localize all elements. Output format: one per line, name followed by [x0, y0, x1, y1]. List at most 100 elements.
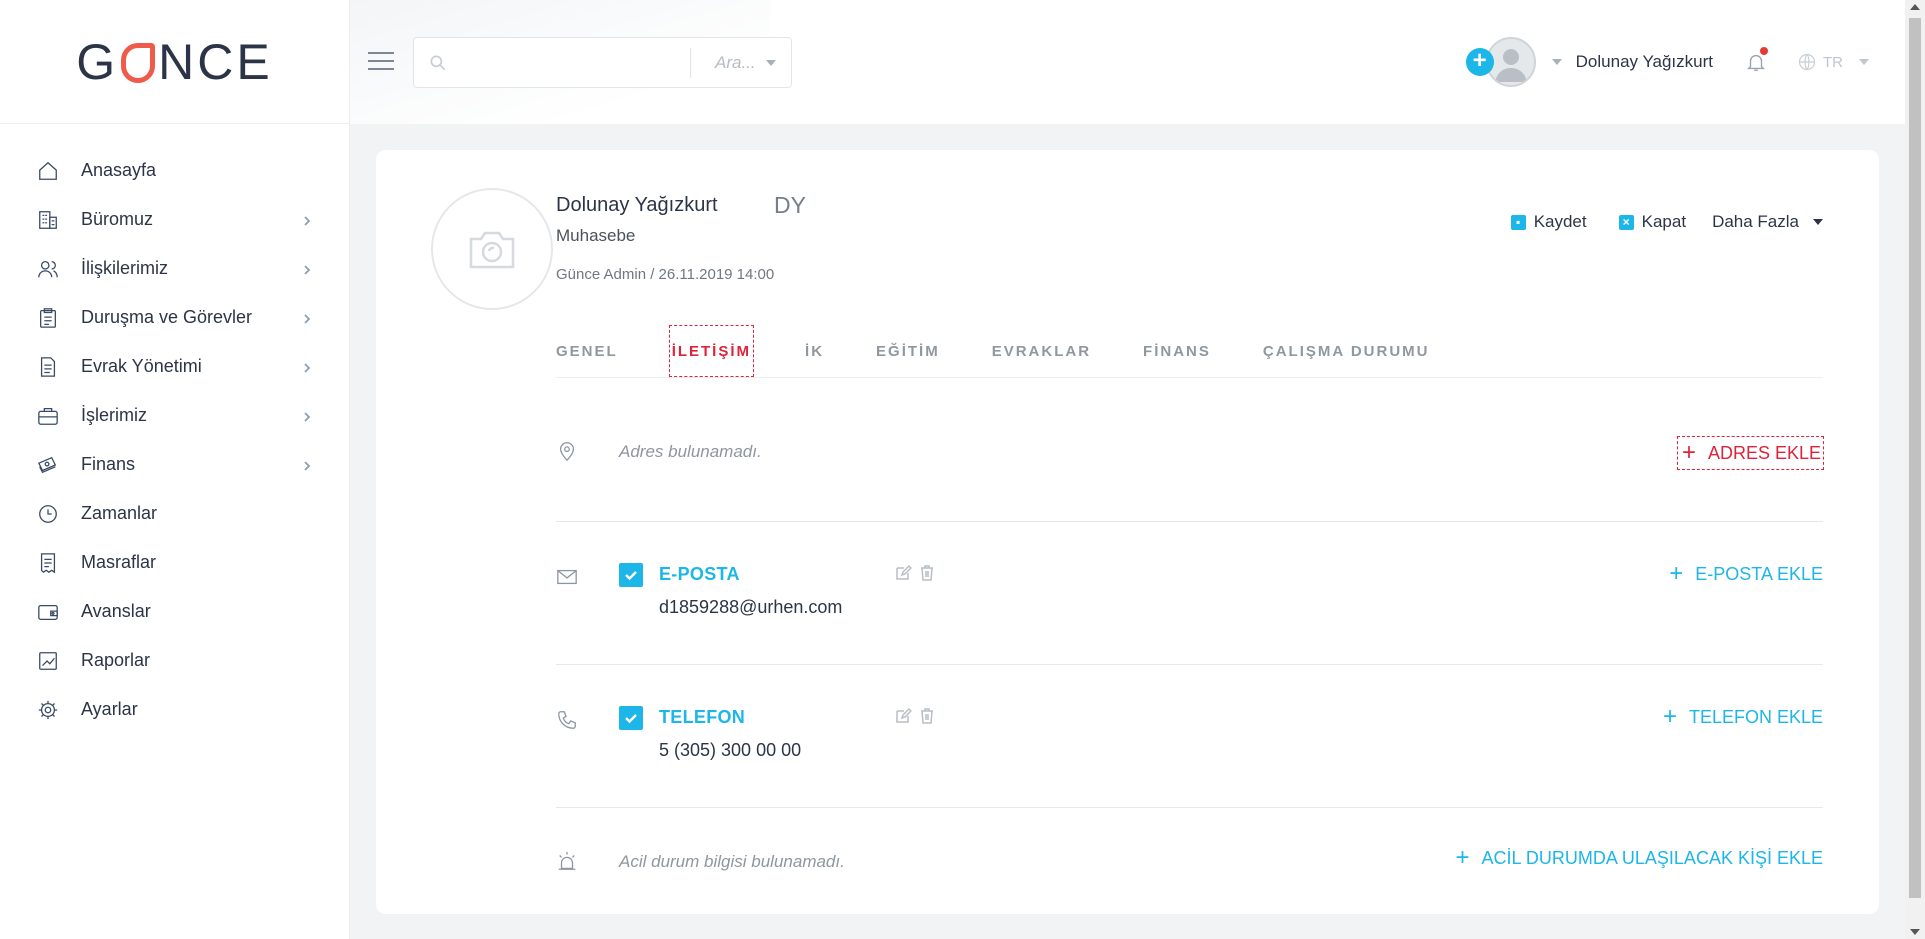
- address-section: Adres bulunamadı. + ADRES EKLE: [556, 378, 1825, 522]
- brand-logo[interactable]: G NCE: [0, 0, 349, 124]
- sidebar-item-buromuz[interactable]: Büromuz: [0, 195, 349, 244]
- sidebar-item-ayarlar[interactable]: Ayarlar: [0, 685, 349, 734]
- add-email-button[interactable]: + E-POSTA EKLE: [1669, 562, 1823, 586]
- add-address-button[interactable]: + ADRES EKLE: [1676, 436, 1825, 470]
- page-scrollbar[interactable]: [1905, 0, 1925, 939]
- receipt-icon: [37, 552, 59, 574]
- quick-add-button[interactable]: +: [1465, 48, 1494, 76]
- user-name[interactable]: Dolunay Yağızkurt: [1576, 52, 1713, 72]
- sidebar-item-label: Zamanlar: [81, 503, 158, 523]
- sidebar-item-avanslar[interactable]: Avanslar: [0, 587, 349, 636]
- sidebar-item-iliskilerimiz[interactable]: İlişkilerimiz: [0, 244, 349, 293]
- tab-calisma-durumu[interactable]: ÇALIŞMA DURUMU: [1263, 326, 1430, 377]
- sidebar-item-label: Ayarlar: [81, 699, 138, 719]
- sidebar-item-durusma-ve-gorevler[interactable]: Duruşma ve Görevler: [0, 293, 349, 342]
- logo-letters: NCE: [158, 33, 273, 90]
- phone-row-tools: [894, 707, 936, 725]
- home-icon: [37, 160, 59, 182]
- clock-icon: [37, 503, 59, 525]
- edit-icon[interactable]: [894, 707, 913, 725]
- logo-letter-g: G: [76, 33, 119, 90]
- alarm-icon: [556, 850, 578, 872]
- caret-down-icon: [1813, 219, 1823, 225]
- sidebar-item-finans[interactable]: Finans: [0, 440, 349, 489]
- add-emergency-contact-button[interactable]: + ACİL DURUMDA ULAŞILACAK KİŞİ EKLE: [1456, 846, 1823, 870]
- briefcase-icon: [37, 405, 59, 427]
- scroll-down-arrow-icon[interactable]: [1910, 929, 1920, 935]
- phone-icon: [556, 709, 578, 731]
- search-input[interactable]: [448, 42, 690, 83]
- camera-icon: [469, 231, 515, 269]
- caret-down-icon: [765, 59, 776, 66]
- sidebar-item-label: Raporlar: [81, 650, 151, 670]
- envelope-icon: [556, 566, 578, 588]
- tab-genel[interactable]: GENEL: [556, 326, 618, 377]
- sidebar-item-label: İşlerimiz: [81, 405, 147, 425]
- sidebar-item-label: Finans: [81, 454, 136, 474]
- sidebar-item-islerimiz[interactable]: İşlerimiz: [0, 391, 349, 440]
- notification-bell-icon[interactable]: [1745, 47, 1768, 74]
- tab-finans[interactable]: FİNANS: [1143, 326, 1211, 377]
- profile-tabs: GENEL İLETİŞİM İK EĞİTİM EVRAKLAR FİNANS…: [556, 325, 1823, 378]
- location-pin-icon: [556, 440, 578, 462]
- edit-icon[interactable]: [894, 564, 913, 582]
- language-selector[interactable]: TR: [1797, 52, 1869, 72]
- trash-icon[interactable]: [918, 707, 936, 725]
- add-phone-button[interactable]: + TELEFON EKLE: [1663, 705, 1823, 729]
- notification-dot: [1760, 47, 1768, 55]
- emergency-section: Acil durum bilgisi bulunamadı. + ACİL DU…: [556, 808, 1823, 898]
- add-email-label: E-POSTA EKLE: [1695, 563, 1823, 584]
- document-icon: [37, 356, 59, 378]
- logo-text: G NCE: [76, 33, 272, 91]
- sidebar: G NCE Anasayfa Büromuz İlişkilerimiz Dur…: [0, 0, 350, 939]
- sidebar-item-evrak-yonetimi[interactable]: Evrak Yönetimi: [0, 342, 349, 391]
- search-filter-dropdown[interactable]: Ara...: [691, 53, 791, 73]
- sidebar-nav: Anasayfa Büromuz İlişkilerimiz Duruşma v…: [0, 124, 349, 734]
- gear-icon: [37, 699, 59, 721]
- email-row-tools: [894, 564, 936, 582]
- save-icon: ▪: [1510, 214, 1526, 230]
- tab-ik[interactable]: İK: [805, 326, 824, 377]
- tab-evraklar[interactable]: EVRAKLAR: [992, 326, 1091, 377]
- save-label: Kaydet: [1533, 212, 1587, 231]
- chevron-right-icon: [301, 361, 313, 373]
- sidebar-item-masraflar[interactable]: Masraflar: [0, 538, 349, 587]
- building-icon: [37, 209, 59, 231]
- tab-iletisim[interactable]: İLETİŞİM: [668, 325, 755, 377]
- user-area: + Dolunay Yağızkurt TR: [1465, 36, 1869, 88]
- add-address-label: ADRES EKLE: [1707, 442, 1821, 463]
- clipboard-icon: [37, 307, 59, 329]
- menu-toggle-icon[interactable]: [368, 52, 394, 72]
- sidebar-item-zamanlar[interactable]: Zamanlar: [0, 489, 349, 538]
- plus-icon: +: [1662, 703, 1677, 730]
- chevron-right-icon: [301, 459, 313, 471]
- close-label: Kapat: [1641, 212, 1687, 231]
- sidebar-item-label: Masraflar: [81, 552, 157, 572]
- scrollbar-thumb[interactable]: [1909, 18, 1921, 898]
- wallet-icon: [37, 601, 59, 623]
- more-label: Daha Fazla: [1712, 212, 1799, 231]
- person-initials: DY: [774, 192, 806, 218]
- emergency-empty-text: Acil durum bilgisi bulunamadı.: [619, 852, 845, 871]
- scroll-up-arrow-icon[interactable]: [1910, 4, 1920, 10]
- trash-icon[interactable]: [918, 564, 936, 582]
- plus-icon: +: [1669, 560, 1684, 587]
- close-button[interactable]: × Kapat: [1618, 212, 1687, 232]
- chevron-right-icon: [301, 312, 313, 324]
- chevron-right-icon: [301, 214, 313, 226]
- search-icon: [428, 53, 448, 73]
- save-button[interactable]: ▪ Kaydet: [1510, 212, 1587, 232]
- tab-egitim[interactable]: EĞİTİM: [876, 326, 940, 377]
- card-actions: ▪ Kaydet × Kapat Daha Fazla: [1479, 212, 1823, 232]
- plus-icon: +: [1681, 439, 1696, 466]
- user-menu-caret-icon[interactable]: [1551, 59, 1562, 65]
- sidebar-item-anasayfa[interactable]: Anasayfa: [0, 146, 349, 195]
- email-checkbox[interactable]: [619, 563, 643, 587]
- sidebar-item-raporlar[interactable]: Raporlar: [0, 636, 349, 685]
- search-filter-label: Ara...: [715, 52, 756, 72]
- topbar: Ara... + Dolunay Yağızkurt TR: [350, 0, 1905, 124]
- more-dropdown[interactable]: Daha Fazla: [1712, 212, 1823, 232]
- phone-checkbox[interactable]: [619, 706, 643, 730]
- profile-photo-upload[interactable]: [431, 188, 553, 310]
- chevron-right-icon: [301, 263, 313, 275]
